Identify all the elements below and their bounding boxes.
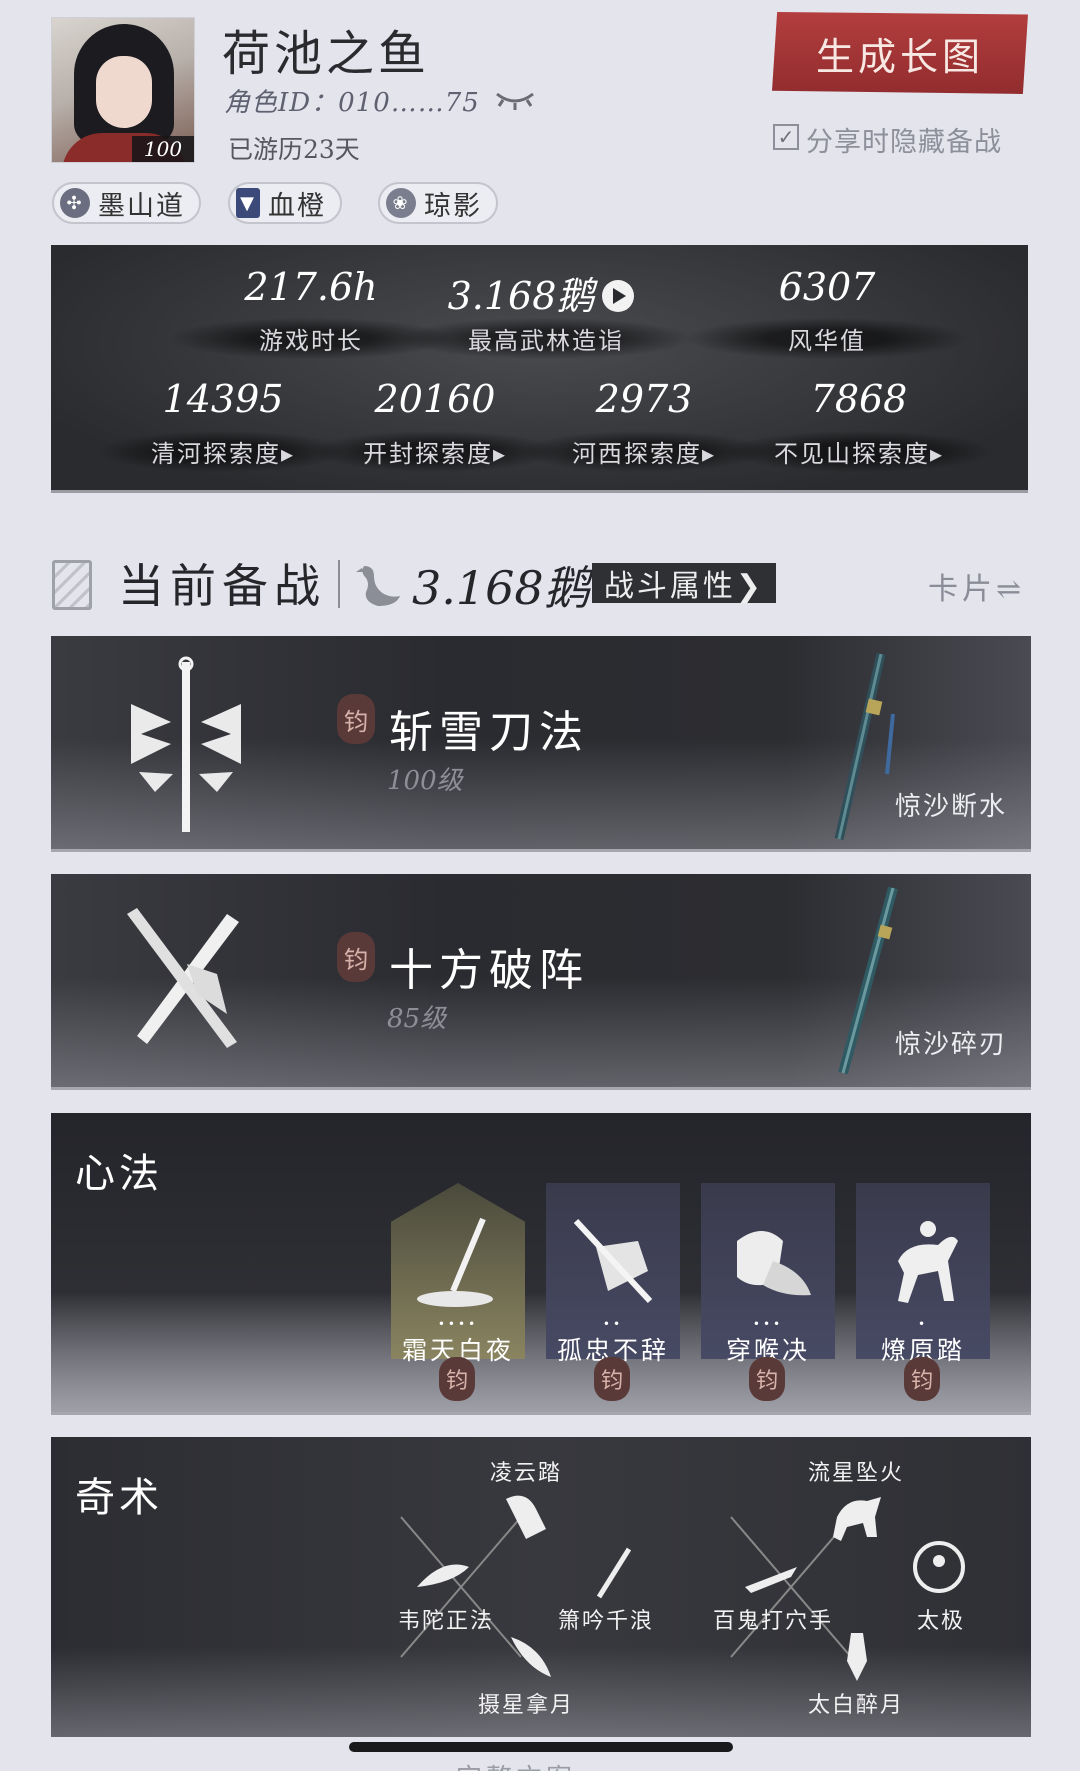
seal-badge: 钧: [337, 694, 375, 744]
card-view-toggle[interactable]: 卡片⇌: [928, 564, 1025, 608]
star-grab-icon: [511, 1637, 551, 1677]
player-name: 荷池之鱼: [222, 26, 431, 82]
max-skill-label: 最高武林造诣: [401, 318, 691, 359]
goose-icon: [356, 566, 400, 606]
lotus-icon: ❀: [386, 188, 416, 218]
scroll-icon: [737, 1231, 811, 1296]
seal-badge: 钧: [594, 1357, 630, 1401]
kaifeng-explore-link[interactable]: 开封探索度▸: [313, 431, 557, 472]
tag-school[interactable]: ✣ 墨山道: [52, 182, 201, 224]
weapon-name: 斩雪刀法: [389, 707, 589, 758]
fenghua-label: 风华值: [687, 318, 967, 359]
max-skill-value[interactable]: 3.168鹅: [411, 265, 671, 320]
prep-section-icon: [52, 560, 92, 610]
xinfa-card-1[interactable]: •••• 霜天白夜 钧: [391, 1183, 525, 1401]
qishu-skill-lingyunta[interactable]: 凌云踏: [456, 1455, 596, 1487]
qishu-skill-liuxing[interactable]: 流星坠火: [786, 1455, 926, 1487]
hide-prep-checkbox[interactable]: ✓: [773, 124, 799, 150]
divider: [338, 560, 340, 608]
snow-blade-icon: [131, 656, 241, 832]
qishu-skill-taiji[interactable]: 太极: [871, 1603, 1011, 1635]
crossed-blades-icon: [127, 908, 239, 1048]
flute-icon: [596, 1547, 632, 1599]
home-indicator[interactable]: [349, 1742, 733, 1752]
combat-attributes-button[interactable]: 战斗属性❯: [592, 563, 776, 604]
generate-long-image-button[interactable]: 生成长图: [772, 12, 1028, 94]
blade-name: 惊沙断水: [894, 792, 1007, 822]
seal-badge: 钧: [904, 1357, 940, 1401]
qinghe-explore-link[interactable]: 清河探索度▸: [101, 431, 345, 472]
fenghua-value: 6307: [778, 265, 876, 309]
bujianshan-explore-link[interactable]: 不见山探索度▸: [727, 431, 991, 472]
xinfa-card-2[interactable]: •• 孤忠不辞 钧: [546, 1183, 680, 1401]
xinfa-panel: 心法 •••• 霜天白夜 钧 •• 孤忠不辞 钧 ••• 穿喉决 钧 • 燎原踏…: [51, 1113, 1031, 1415]
hand-strike-icon: [745, 1567, 797, 1593]
days-traveled: 已游历23天: [228, 135, 360, 164]
taiji-circle-icon: [913, 1541, 965, 1593]
hide-prep-label[interactable]: 分享时隐藏备战: [806, 120, 1002, 159]
banner-icon: ▼: [236, 188, 260, 218]
tag-banner[interactable]: ▼ 血橙: [228, 182, 342, 224]
weapon-level: 85级: [387, 1004, 447, 1034]
level-badge: 100: [132, 136, 194, 162]
weapon-level: 100级: [387, 766, 463, 796]
hide-eye-icon[interactable]: [494, 86, 536, 112]
qishu-skill-baigui[interactable]: 百鬼打穴手: [703, 1603, 843, 1635]
horse-icon: [833, 1497, 881, 1541]
xinfa-title: 心法: [75, 1151, 163, 1197]
playtime-value: 217.6h: [244, 265, 378, 309]
prep-power-value: 3.168鹅: [412, 561, 590, 615]
qinghe-value: 14395: [162, 377, 284, 421]
armor-sword-icon: [573, 1218, 653, 1304]
qishu-skill-weituo[interactable]: 韦陀正法: [376, 1603, 516, 1635]
weapon-card-1[interactable]: 钧 斩雪刀法 100级 惊沙断水: [51, 636, 1031, 852]
seal-badge: 钧: [749, 1357, 785, 1401]
weapon-name: 十方破阵: [389, 945, 589, 996]
weapon-card-2[interactable]: 钧 十方破阵 85级 惊沙碎刃: [51, 874, 1031, 1090]
blade-name: 惊沙碎刃: [894, 1030, 1007, 1060]
qishu-panel: 奇术 凌云踏 韦陀正法 箫吟千浪 摄星拿月 流星坠火 百鬼打穴手 太极 太白醉月: [51, 1437, 1031, 1737]
hexi-value: 2973: [595, 377, 693, 421]
horse-rider-icon: [898, 1221, 958, 1303]
qishu-skill-shexing[interactable]: 摄星拿月: [456, 1687, 596, 1719]
wing-icon: [417, 1564, 469, 1587]
sword-in-snow-icon: [417, 1217, 493, 1307]
avatar[interactable]: 100: [51, 17, 195, 163]
leaping-figure-icon: [506, 1495, 546, 1539]
xinfa-card-4[interactable]: • 燎原踏 钧: [856, 1183, 990, 1401]
blade-icon: [834, 653, 895, 840]
play-icon[interactable]: [602, 279, 635, 312]
drunk-figure-icon: [847, 1633, 867, 1681]
bujianshan-value: 7868: [810, 377, 908, 421]
full-plan-label[interactable]: 完整方案: [456, 1758, 576, 1771]
kaifeng-value: 20160: [374, 377, 496, 421]
tag-title[interactable]: ❀ 琼影: [378, 182, 498, 224]
qishu-title: 奇术: [75, 1475, 163, 1521]
stats-panel: 217.6h 游戏时长 3.168鹅 最高武林造诣 6307 风华值 14395…: [51, 245, 1028, 493]
xinfa-card-3[interactable]: ••• 穿喉决 钧: [701, 1183, 835, 1401]
seal-badge: 钧: [439, 1357, 475, 1401]
role-id: 角色ID：010……75: [224, 88, 480, 118]
qishu-skill-taibai[interactable]: 太白醉月: [786, 1687, 926, 1719]
cross-emblem-icon: ✣: [60, 188, 90, 218]
prep-section-title: 当前备战: [118, 559, 326, 613]
seal-badge: 钧: [337, 932, 375, 982]
